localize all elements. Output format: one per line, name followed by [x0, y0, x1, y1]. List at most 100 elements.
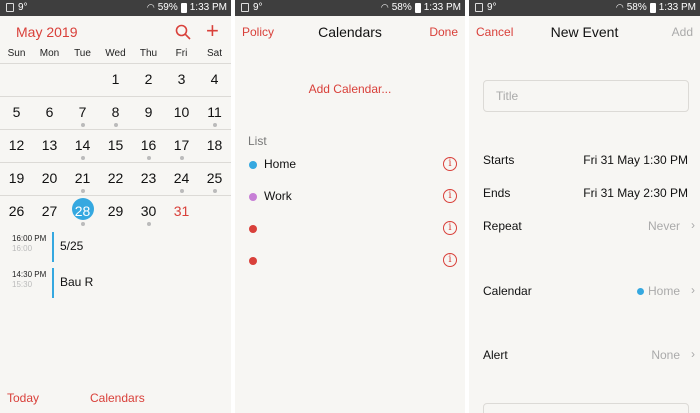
event-start-time: 14:30 PM: [12, 270, 47, 279]
calendar-list-item[interactable]: i: [235, 245, 465, 277]
day-cell[interactable]: 22: [99, 170, 132, 186]
calendar-color-dot: [637, 288, 644, 295]
repeat-row[interactable]: Repeat Never ›: [469, 211, 700, 241]
day-cell[interactable]: 19: [0, 170, 33, 186]
ends-row[interactable]: Ends Fri 31 May 2:30 PM: [469, 178, 700, 208]
day-cell[interactable]: 7: [66, 104, 99, 120]
weekday-label: Tue: [74, 48, 91, 59]
event-dot: [212, 189, 217, 193]
battery-icon: [414, 2, 421, 13]
event-time: 16:00 PM 16:00: [12, 234, 46, 254]
day-cell[interactable]: 27: [33, 203, 66, 219]
day-cell[interactable]: 4: [198, 71, 231, 87]
day-cell[interactable]: 10: [165, 104, 198, 120]
month-calendar-panel: 9° ◠ 59% 1:33 PM May 2019 + Sun Mon Tue Wed…: [0, 0, 231, 413]
weekday-label: Fri: [175, 48, 188, 59]
day-cell[interactable]: 31: [165, 203, 198, 219]
week-row: 12 13 14 15 16 17 18: [0, 129, 231, 162]
day-cell[interactable]: 6: [33, 104, 66, 120]
add-button[interactable]: Add: [672, 25, 693, 39]
day-cell[interactable]: 13: [33, 137, 66, 153]
day-cell[interactable]: 28: [66, 203, 99, 219]
event-item[interactable]: 16:00 PM 16:00 5/25: [0, 228, 231, 262]
ends-value[interactable]: Fri 31 May 2:30 PM: [583, 186, 688, 200]
day-cell[interactable]: 11: [198, 104, 231, 120]
info-icon[interactable]: i: [443, 189, 457, 203]
day-cell[interactable]: 23: [132, 170, 165, 186]
calendar-name: Home: [264, 157, 297, 171]
weekday-label: Wed: [105, 48, 126, 59]
day-cell[interactable]: 29: [99, 203, 132, 219]
event-end-time: 16:00: [12, 244, 33, 253]
status-bar: 9° ◠ 58% 1:33 PM: [235, 0, 465, 16]
info-icon[interactable]: i: [443, 221, 457, 235]
temperature: 9°: [253, 2, 263, 13]
calendar-list-item[interactable]: Work i: [235, 181, 465, 213]
week-row: 1234: [0, 63, 231, 96]
day-cell[interactable]: 21: [66, 170, 99, 186]
notes-field[interactable]: [483, 403, 689, 413]
info-icon[interactable]: i: [443, 157, 457, 171]
day-cell[interactable]: 14: [66, 137, 99, 153]
day-cell[interactable]: 16: [132, 137, 165, 153]
title-input[interactable]: [484, 81, 688, 111]
calendar-label: Calendar: [483, 284, 532, 298]
day-cell[interactable]: 8: [99, 104, 132, 120]
alert-row[interactable]: Alert None ›: [469, 340, 700, 370]
battery-icon: [649, 2, 656, 13]
done-button[interactable]: Done: [429, 25, 458, 39]
day-cell[interactable]: 9: [132, 104, 165, 120]
event-title: Bau R: [60, 275, 94, 289]
day-cell[interactable]: 30: [132, 203, 165, 219]
calendar-list-item[interactable]: i: [235, 213, 465, 245]
info-icon[interactable]: i: [443, 253, 457, 267]
week-row: 19 20 21 22 23 24 25: [0, 162, 231, 195]
calendar-list-item[interactable]: Home i: [235, 149, 465, 181]
nav-bar: Policy Calendars Done: [235, 16, 465, 48]
event-dot: [146, 156, 151, 160]
calendars-button[interactable]: Calendars: [90, 391, 145, 405]
starts-value[interactable]: Fri 31 May 1:30 PM: [583, 153, 688, 167]
day-cell[interactable]: 18: [198, 137, 231, 153]
event-item[interactable]: 14:30 PM 15:30 Bau R: [0, 264, 231, 298]
day-cell[interactable]: 15: [99, 137, 132, 153]
calendar-color-dot: [249, 225, 257, 233]
day-cell[interactable]: 20: [33, 170, 66, 186]
repeat-value: Never: [647, 219, 680, 233]
event-dot: [146, 222, 151, 226]
day-cell[interactable]: 12: [0, 137, 33, 153]
battery-level: 59%: [157, 2, 178, 13]
event-dot: [80, 123, 85, 127]
list-section-header: List: [248, 134, 267, 148]
event-title: 5/25: [60, 239, 84, 253]
notification-icon: [241, 3, 249, 12]
day-cell[interactable]: 1: [99, 71, 132, 87]
day-cell[interactable]: 26: [0, 203, 33, 219]
clock: 1:33 PM: [423, 2, 461, 13]
starts-row[interactable]: Starts Fri 31 May 1:30 PM: [469, 145, 700, 175]
day-cell[interactable]: 5: [0, 104, 33, 120]
event-start-time: 16:00 PM: [12, 234, 47, 243]
day-cell[interactable]: 25: [198, 170, 231, 186]
event-time: 14:30 PM 15:30: [12, 270, 46, 290]
day-cell[interactable]: 3: [165, 71, 198, 87]
calendar-color-dot: [249, 193, 257, 201]
nav-bar: Cancel New Event Add: [469, 16, 700, 48]
today-button[interactable]: Today: [7, 391, 39, 405]
day-cell[interactable]: 2: [132, 71, 165, 87]
month-title[interactable]: May 2019: [16, 24, 77, 40]
chevron-right-icon: ›: [691, 347, 695, 361]
calendar-row[interactable]: Calendar Home ›: [469, 276, 700, 306]
add-calendar-button[interactable]: Add Calendar...: [235, 82, 465, 96]
battery-level: 58%: [391, 2, 412, 13]
title-field[interactable]: [483, 80, 689, 112]
day-cell[interactable]: 17: [165, 137, 198, 153]
notification-icon: [475, 3, 483, 12]
add-event-icon[interactable]: +: [206, 20, 219, 42]
alert-label: Alert: [483, 348, 508, 362]
chevron-right-icon: ›: [691, 218, 695, 232]
wifi-icon: ◠: [380, 2, 389, 12]
day-cell[interactable]: 24: [165, 170, 198, 186]
search-icon[interactable]: [175, 24, 191, 40]
starts-label: Starts: [483, 153, 515, 167]
